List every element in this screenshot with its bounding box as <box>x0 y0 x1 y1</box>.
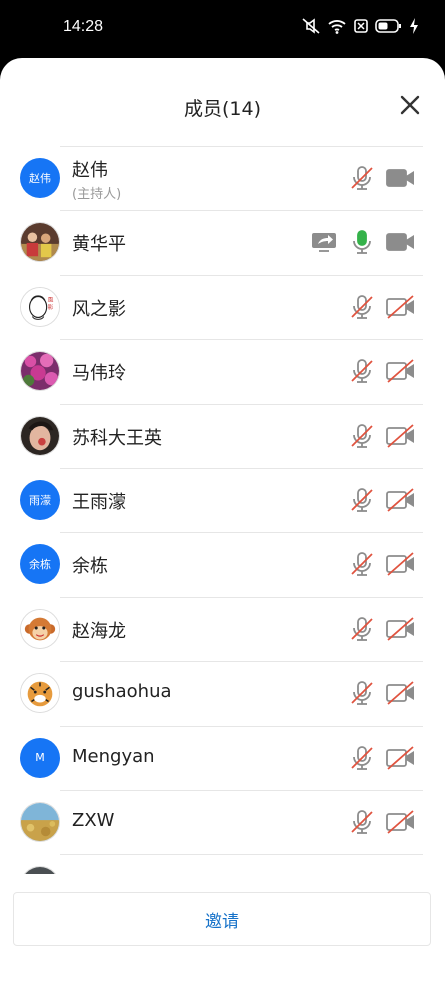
screen-share-icon[interactable] <box>311 230 337 254</box>
mic-muted-icon[interactable] <box>349 810 375 834</box>
member-name: 苏科大王英 <box>72 427 162 449</box>
status-time: 14:28 <box>63 18 104 35</box>
avatar[interactable]: 風影 <box>20 286 60 327</box>
no-sim-icon <box>354 19 368 33</box>
avatar[interactable] <box>20 801 60 842</box>
row-divider <box>60 789 423 791</box>
camera-off-icon[interactable] <box>386 295 416 319</box>
avatar-initials: 余栋 <box>29 558 51 572</box>
member-row[interactable]: 苏科大王英 <box>0 403 445 468</box>
member-name: ZXW <box>72 809 115 831</box>
close-icon[interactable] <box>399 94 421 116</box>
avatar[interactable] <box>20 673 60 714</box>
wifi-icon <box>328 20 346 34</box>
mic-muted-icon[interactable] <box>349 745 375 770</box>
row-divider <box>60 467 423 469</box>
camera-off-icon[interactable] <box>386 745 416 770</box>
row-divider <box>60 661 423 663</box>
member-role: (主持人) <box>72 187 122 202</box>
mic-muted-icon[interactable] <box>349 552 375 577</box>
member-name: gushaohua <box>72 681 172 703</box>
avatar[interactable]: M <box>20 737 60 778</box>
avatar[interactable]: 雨濛 <box>20 479 60 520</box>
mic-muted-icon[interactable] <box>349 294 375 319</box>
page-title: 成员(14) <box>183 98 261 120</box>
avatar[interactable]: 赵伟 <box>20 158 60 198</box>
member-row[interactable]: 黄华平 <box>0 210 445 274</box>
member-name: 赵伟 <box>72 160 108 181</box>
row-divider <box>60 339 423 341</box>
status-icons <box>301 17 419 35</box>
mic-muted-icon[interactable] <box>349 681 375 706</box>
row-divider <box>60 274 423 276</box>
row-divider <box>60 146 423 147</box>
member-row[interactable]: M Mengyan <box>0 725 445 790</box>
member-row[interactable]: ZXW <box>0 789 445 854</box>
camera-off-icon[interactable] <box>386 423 416 448</box>
member-row[interactable]: 雨濛 王雨濛 <box>0 467 445 532</box>
sheet-header: 成员(14) <box>0 58 445 146</box>
avatar-initials: 赵伟 <box>29 172 51 185</box>
row-divider <box>60 854 423 856</box>
charging-icon <box>410 18 418 34</box>
battery-icon <box>375 19 401 33</box>
mic-muted-icon[interactable] <box>349 359 375 384</box>
avatar[interactable] <box>20 415 60 456</box>
avatar[interactable] <box>20 351 60 392</box>
camera-off-icon[interactable] <box>386 552 416 577</box>
avatar[interactable] <box>20 866 60 874</box>
mic-muted-icon[interactable] <box>349 166 375 190</box>
member-row[interactable]: 赵伟 赵伟 (主持人) <box>0 146 445 210</box>
member-row[interactable]: 赵海龙 <box>0 596 445 661</box>
member-row[interactable]: 余栋 余栋 <box>0 532 445 596</box>
status-bar: 14:28 <box>0 0 445 58</box>
member-name: 黄华平 <box>72 234 126 256</box>
svg-text:風: 風 <box>48 296 54 303</box>
camera-off-icon[interactable] <box>386 681 416 705</box>
camera-off-icon[interactable] <box>386 359 416 383</box>
member-name: 风之影 <box>72 298 126 320</box>
row-divider <box>60 596 423 598</box>
row-divider <box>60 403 423 405</box>
row-divider <box>60 210 423 212</box>
member-name: 余栋 <box>72 556 108 578</box>
avatar-initials: 雨濛 <box>29 493 51 507</box>
member-name: Mengyan <box>72 745 155 767</box>
mute-vibrate-icon <box>302 18 320 34</box>
camera-off-icon[interactable] <box>386 810 416 834</box>
mic-muted-icon[interactable] <box>349 423 375 448</box>
member-name: 赵海龙 <box>72 620 126 642</box>
row-divider <box>60 725 423 727</box>
member-row[interactable]: 風影风之影 <box>0 274 445 339</box>
avatar[interactable] <box>20 222 60 263</box>
avatar-initials: M <box>35 751 45 765</box>
camera-off-icon[interactable] <box>386 488 416 512</box>
camera-icon[interactable] <box>386 230 416 254</box>
member-list[interactable]: 赵伟 赵伟 (主持人) 黄华平風影风之影 马伟玲 苏科大王英 雨濛 王雨濛 余栋 余栋 赵海龙 gus… <box>0 146 445 874</box>
member-row[interactable]: gushaohua <box>0 661 445 725</box>
camera-off-icon[interactable] <box>386 617 416 641</box>
member-name: 马伟玲 <box>72 363 126 385</box>
avatar[interactable]: 余栋 <box>20 544 60 585</box>
member-name: 王雨濛 <box>72 491 126 513</box>
mic-muted-icon[interactable] <box>349 488 375 512</box>
members-sheet: 成员(14) 赵伟 赵伟 (主持人) 黄华平風影风之影 马伟玲 苏科大王英 雨濛 王雨濛 余栋余… <box>0 58 445 989</box>
row-divider <box>60 532 423 534</box>
invite-button[interactable]: 邀请 <box>13 892 431 946</box>
mic-icon[interactable] <box>349 230 375 255</box>
member-row[interactable]: 马伟玲 <box>0 339 445 403</box>
mic-muted-icon[interactable] <box>349 616 375 641</box>
avatar[interactable] <box>20 608 60 649</box>
svg-text:影: 影 <box>48 303 54 311</box>
camera-icon[interactable] <box>386 166 416 190</box>
member-row[interactable] <box>0 854 445 874</box>
